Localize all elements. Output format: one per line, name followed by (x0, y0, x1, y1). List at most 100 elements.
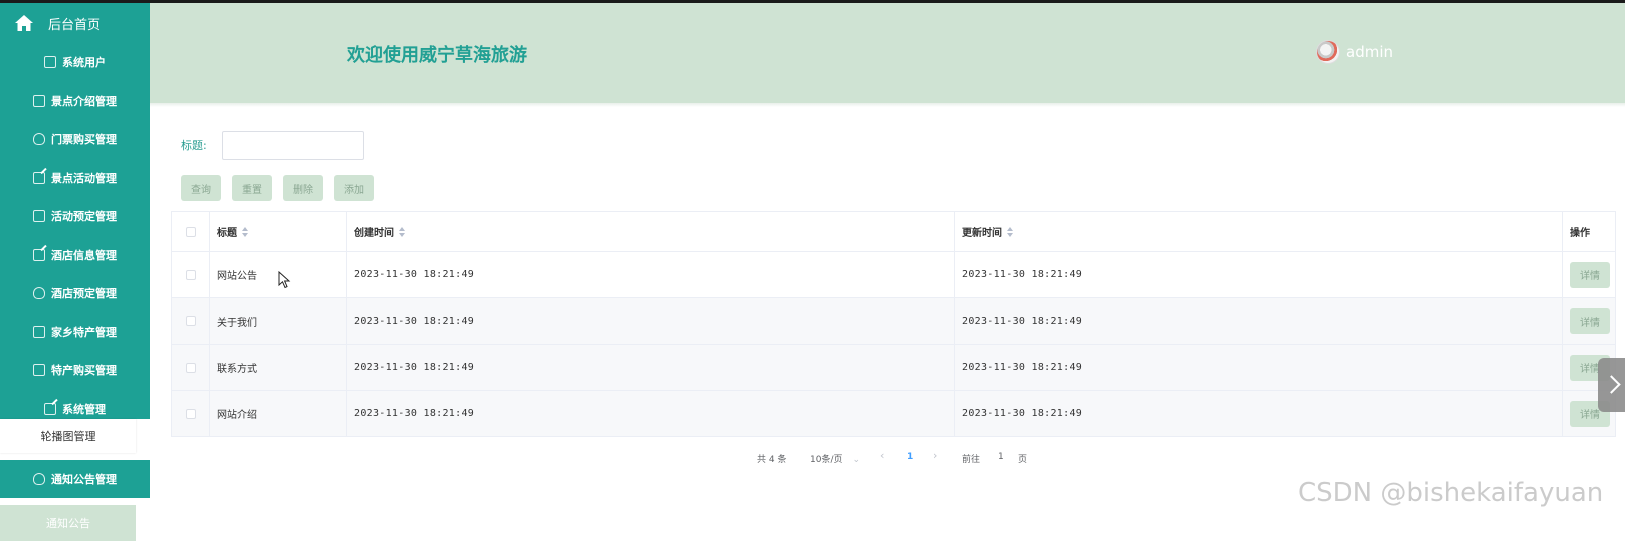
cell-action: 详情 (1563, 298, 1615, 344)
table-row: 关于我们 2023-11-30 18:21:49 2023-11-30 18:2… (172, 298, 1615, 345)
cell-created: 2023-11-30 18:21:49 (347, 298, 955, 344)
cloud-icon (33, 473, 45, 485)
next-page-icon[interactable]: › (933, 449, 937, 462)
column-header-created[interactable]: 创建时间 (347, 212, 955, 251)
page-number-current[interactable]: 1 (907, 452, 913, 462)
sidebar-item-label: 系统管理 (62, 402, 106, 416)
row-select-cell (172, 252, 210, 297)
sort-icon[interactable] (399, 226, 405, 237)
delete-button[interactable]: 删除 (283, 175, 323, 201)
column-header-label: 标题 (217, 228, 237, 239)
header: 欢迎使用威宁草海旅游 admin (150, 3, 1625, 103)
cell-action: 详情 (1563, 252, 1615, 297)
row-checkbox[interactable] (185, 269, 196, 280)
row-checkbox[interactable] (185, 316, 196, 326)
column-header-updated[interactable]: 更新时间 (955, 212, 1563, 251)
header-divider (150, 103, 1625, 107)
sidebar-item-label: 门票购买管理 (51, 133, 117, 147)
sidebar-item-label: 特产购买管理 (51, 364, 117, 378)
cell-created: 2023-11-30 18:21:49 (347, 391, 955, 436)
user-icon (44, 56, 56, 69)
sidebar-item-scenic-activity[interactable]: 景点活动管理 (0, 159, 150, 198)
sidebar-item-notice-management[interactable]: 通知公告管理 (0, 460, 150, 498)
table-row: 网站公告 2023-11-30 18:21:49 2023-11-30 18:2… (172, 252, 1615, 298)
cell-title: 联系方式 (210, 345, 347, 390)
sort-icon[interactable] (1007, 226, 1013, 237)
row-select-cell (172, 298, 210, 344)
user-icon (33, 364, 45, 377)
query-button[interactable]: 查询 (181, 175, 221, 201)
sidebar-item-label: 家乡特产管理 (51, 325, 117, 339)
sidebar-item-hotel-booking[interactable]: 酒店预定管理 (0, 274, 150, 313)
sidebar-item-label: 活动预定管理 (51, 210, 117, 224)
sidebar-item-specialty-purchase[interactable]: 特产购买管理 (0, 351, 150, 390)
page-size-select[interactable]: 10条/页 ⌄ (810, 452, 860, 465)
row-checkbox[interactable] (185, 362, 196, 373)
sidebar-item-scenic-intro[interactable]: 景点介绍管理 (0, 82, 150, 121)
mouse-cursor-icon (278, 271, 291, 289)
search-label: 标题: (181, 139, 207, 152)
sidebar-item-hotel-info[interactable]: 酒店信息管理 (0, 236, 150, 275)
cloud-icon (33, 133, 45, 146)
cell-title: 关于我们 (210, 298, 347, 344)
sidebar-subitem-carousel[interactable]: 轮播图管理 (0, 419, 136, 453)
sidebar-item-label: 酒店预定管理 (51, 287, 117, 301)
sidebar-item-local-specialty[interactable]: 家乡特产管理 (0, 313, 150, 352)
goto-prefix: 前往 (962, 455, 981, 465)
watermark: CSDN @bishekaifayuan (1298, 478, 1604, 508)
column-header-title[interactable]: 标题 (210, 212, 347, 251)
sidebar-item-home[interactable]: 后台首页 (0, 3, 150, 43)
doc-icon (33, 325, 45, 338)
cell-updated: 2023-11-30 18:21:49 (955, 345, 1563, 390)
sidebar-item-label: 景点活动管理 (51, 171, 117, 185)
sidebar-subitem-notice[interactable]: 通知公告 (0, 505, 136, 541)
username: admin (1346, 43, 1393, 61)
sidebar-item-ticket-purchase[interactable]: 门票购买管理 (0, 120, 150, 159)
column-header-action: 操作 (1570, 228, 1590, 239)
page-title: 欢迎使用威宁草海旅游 (347, 45, 527, 66)
cloud-icon (33, 287, 45, 300)
sidebar-item-label: 景点介绍管理 (51, 94, 117, 108)
pagination-total: 共 4 条 (757, 455, 787, 465)
select-all-cell (172, 212, 210, 251)
chevron-down-icon: ⌄ (852, 455, 861, 465)
cell-created: 2023-11-30 18:21:49 (347, 252, 955, 297)
cell-updated: 2023-11-30 18:21:49 (955, 298, 1563, 344)
sidebar-item-home-label: 后台首页 (48, 17, 101, 33)
edit-icon (44, 402, 56, 415)
row-checkbox[interactable] (185, 408, 196, 419)
sort-icon[interactable] (242, 226, 248, 237)
cell-created: 2023-11-30 18:21:49 (347, 345, 955, 390)
cell-updated: 2023-11-30 18:21:49 (955, 252, 1563, 297)
cell-updated: 2023-11-30 18:21:49 (955, 391, 1563, 436)
side-expand-arrow-icon[interactable] (1598, 358, 1625, 412)
table-header-row: 标题 创建时间 更新时间 操作 (172, 212, 1615, 252)
edit-icon (33, 171, 45, 184)
home-icon (15, 15, 33, 31)
goto-page-input[interactable]: 1 (998, 452, 1004, 462)
edit-icon (33, 248, 45, 261)
sidebar-menu: 后台首页 系统用户 景点介绍管理 门票购买管理 景点活动管理 活动预定管理 酒店… (0, 3, 150, 428)
sidebar-item-label: 通知公告管理 (51, 473, 117, 486)
doc-icon (33, 94, 45, 107)
select-all-checkbox[interactable] (185, 226, 196, 237)
detail-button[interactable]: 详情 (1570, 261, 1610, 288)
avatar[interactable] (1316, 40, 1340, 64)
sidebar-item-system-users[interactable]: 系统用户 (0, 43, 150, 82)
sidebar-item-label: 系统用户 (62, 56, 106, 70)
table-row: 联系方式 2023-11-30 18:21:49 2023-11-30 18:2… (172, 345, 1615, 391)
row-select-cell (172, 345, 210, 390)
reset-button[interactable]: 重置 (232, 175, 272, 201)
detail-button[interactable]: 详情 (1570, 308, 1610, 334)
sidebar-item-label: 酒店信息管理 (51, 248, 117, 262)
sidebar-item-activity-booking[interactable]: 活动预定管理 (0, 197, 150, 236)
page-size-value: 10条/页 (810, 455, 843, 465)
title-search-input[interactable] (222, 131, 364, 160)
doc-icon (33, 210, 45, 223)
data-table: 标题 创建时间 更新时间 操作 网站公告 2023-11-30 18:21:49… (171, 211, 1616, 437)
cell-title: 网站介绍 (210, 391, 347, 436)
user-menu[interactable]: admin (1316, 40, 1393, 64)
column-header-label: 更新时间 (962, 228, 1002, 239)
add-button[interactable]: 添加 (334, 175, 374, 201)
prev-page-icon[interactable]: ‹ (880, 449, 884, 462)
